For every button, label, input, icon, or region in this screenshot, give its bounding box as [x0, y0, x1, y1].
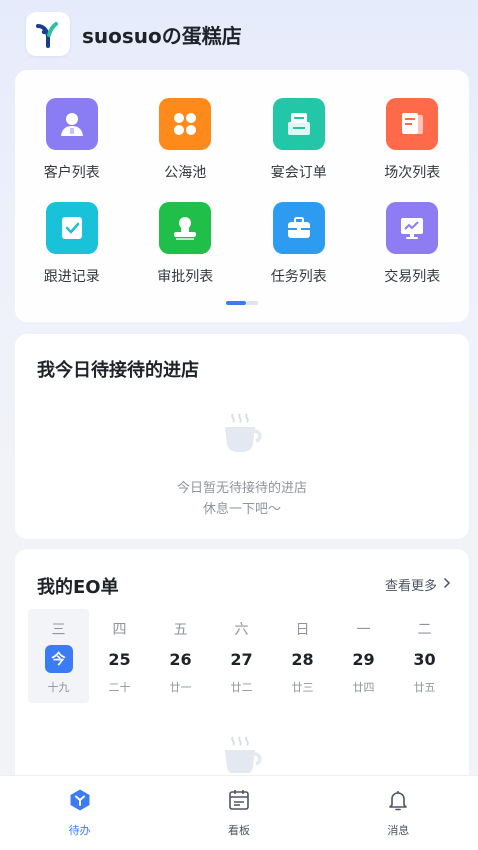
- session-list-icon: [386, 98, 439, 150]
- shop-name: suosuoの蛋糕店: [82, 23, 242, 48]
- tab-board[interactable]: 看板: [159, 776, 318, 850]
- weekday: 一: [356, 622, 371, 638]
- weekday: 五: [173, 622, 188, 638]
- tab-label: 消息: [387, 824, 410, 837]
- page-indicator: [226, 301, 258, 305]
- day-number: 25: [108, 649, 131, 669]
- follow-up-icon: [45, 202, 98, 254]
- clover-icon: [159, 98, 212, 150]
- day-item[interactable]: 六 27 廿二: [211, 609, 272, 703]
- menu-item-trade-list[interactable]: 交易列表: [356, 202, 470, 286]
- weekday: 二: [417, 622, 432, 638]
- today-visit-title: 我今日待接待的进店: [37, 360, 199, 381]
- weekday: 六: [234, 622, 249, 638]
- tab-messages[interactable]: 消息: [319, 776, 478, 850]
- page-dot-active: [226, 301, 246, 305]
- menu-item-follow-up[interactable]: 跟进记录: [15, 202, 129, 286]
- lunar-date: 十九: [47, 681, 70, 694]
- lunar-date: 廿一: [169, 681, 192, 694]
- menu-item-public-pool[interactable]: 公海池: [129, 98, 243, 182]
- page-dot[interactable]: [246, 301, 258, 305]
- eo-order-card: 我的EO单 查看更多 三 今 十九 四 25 二十 五 26 廿一 六 27 廿…: [15, 549, 469, 809]
- day-item-today[interactable]: 三 今 十九: [28, 609, 89, 703]
- coffee-cup-icon: [215, 733, 271, 773]
- empty-text-line1: 今日暂无待接待的进店: [176, 481, 307, 496]
- todo-cube-icon: [68, 788, 92, 816]
- day-item[interactable]: 二 30 廿五: [394, 609, 455, 703]
- today-visit-card: 我今日待接待的进店 今日暂无待接待的进店 休息一下吧～: [15, 334, 469, 539]
- date-strip: 三 今 十九 四 25 二十 五 26 廿一 六 27 廿二 日 28 廿三 一…: [28, 609, 456, 703]
- lunar-date: 廿五: [413, 681, 436, 694]
- menu-item-customer-list[interactable]: 客户列表: [15, 98, 129, 182]
- trade-chart-icon: [386, 202, 439, 254]
- menu-item-task-list[interactable]: 任务列表: [242, 202, 356, 286]
- day-number: 27: [230, 649, 253, 669]
- lunar-date: 廿二: [230, 681, 253, 694]
- tab-todo[interactable]: 待办: [0, 776, 159, 850]
- day-number: 30: [413, 649, 436, 669]
- approval-icon: [159, 202, 212, 254]
- briefcase-icon: [272, 202, 325, 254]
- weekday: 四: [112, 622, 127, 638]
- menu-label: 宴会订单: [270, 165, 327, 181]
- day-item[interactable]: 一 29 廿四: [333, 609, 394, 703]
- view-more-link[interactable]: 查看更多: [385, 575, 451, 594]
- menu-label: 公海池: [164, 165, 207, 181]
- banquet-order-icon: [272, 98, 325, 150]
- empty-text-line2: 休息一下吧～: [202, 502, 281, 517]
- menu-label: 审批列表: [157, 269, 214, 285]
- bottom-tab-bar: 待办 看板 消息: [0, 775, 478, 850]
- menu-item-approval-list[interactable]: 审批列表: [129, 202, 243, 286]
- day-item[interactable]: 四 25 二十: [89, 609, 150, 703]
- bell-icon: [386, 788, 410, 816]
- menu-label: 交易列表: [384, 269, 441, 285]
- menu-item-banquet-order[interactable]: 宴会订单: [242, 98, 356, 182]
- weekday: 三: [51, 622, 66, 638]
- day-item[interactable]: 日 28 廿三: [272, 609, 333, 703]
- app-logo-icon: [26, 12, 70, 56]
- customer-icon: [45, 98, 98, 150]
- app-header: suosuoの蛋糕店: [26, 12, 242, 56]
- menu-item-session-list[interactable]: 场次列表: [356, 98, 470, 182]
- lunar-date: 二十: [108, 681, 131, 694]
- day-number: 26: [169, 649, 192, 669]
- weekday: 日: [295, 622, 310, 638]
- lunar-date: 廿三: [291, 681, 314, 694]
- coffee-cup-icon: [215, 410, 271, 460]
- quick-menu-card: 客户列表 公海池 宴会订单 场次列表 跟进记录 审批列表 任务列表 交易列表: [15, 70, 469, 322]
- tab-label: 看板: [227, 824, 250, 837]
- chevron-right-icon: [443, 577, 451, 593]
- tab-label: 待办: [68, 824, 91, 837]
- menu-label: 客户列表: [43, 165, 100, 181]
- menu-label: 跟进记录: [43, 269, 100, 285]
- day-item[interactable]: 五 26 廿一: [150, 609, 211, 703]
- menu-label: 任务列表: [270, 269, 327, 285]
- calendar-board-icon: [227, 788, 251, 816]
- day-number: 29: [352, 649, 375, 669]
- eo-title: 我的EO单: [37, 577, 119, 598]
- view-more-label: 查看更多: [384, 579, 437, 594]
- lunar-date: 廿四: [352, 681, 375, 694]
- menu-label: 场次列表: [384, 165, 441, 181]
- day-number: 28: [291, 649, 314, 669]
- quick-menu-grid: 客户列表 公海池 宴会订单 场次列表 跟进记录 审批列表 任务列表 交易列表: [15, 98, 469, 286]
- today-badge: 今: [44, 645, 73, 673]
